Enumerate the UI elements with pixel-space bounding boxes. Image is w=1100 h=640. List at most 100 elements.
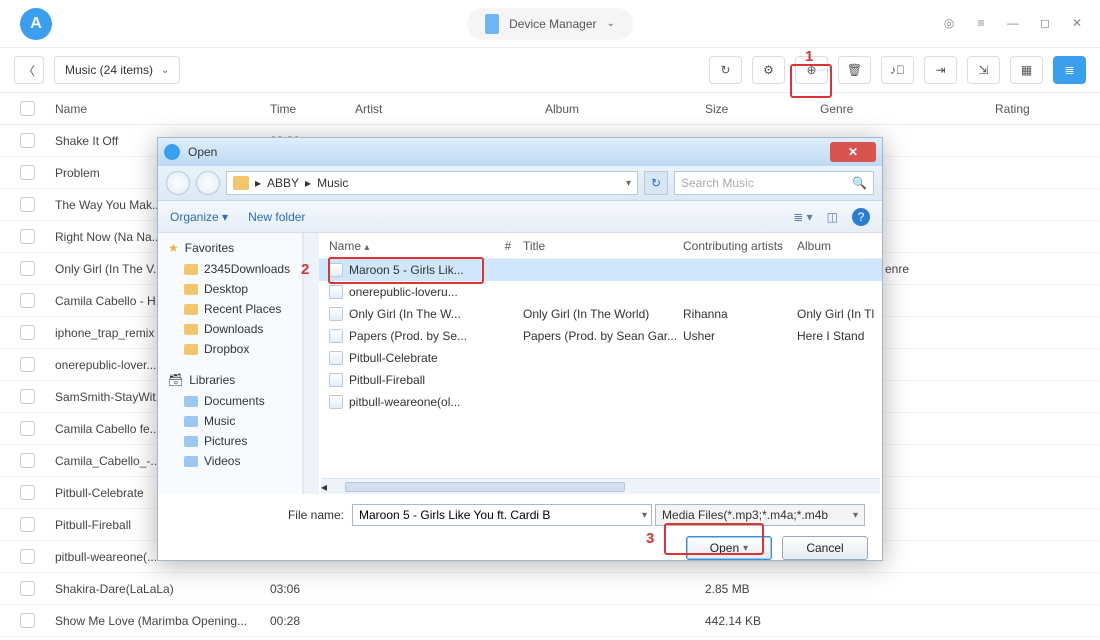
row-checkbox[interactable]	[20, 229, 35, 244]
back-button[interactable]: 〈	[14, 56, 44, 84]
dialog-titlebar[interactable]: Open ✕	[158, 138, 882, 166]
file-row[interactable]: Papers (Prod. by Se... Papers (Prod. by …	[319, 325, 882, 347]
row-name: Shakira-Dare(LaLaLa)	[55, 582, 270, 596]
row-checkbox[interactable]	[20, 549, 35, 564]
cancel-button[interactable]: Cancel	[782, 536, 868, 560]
row-checkbox[interactable]	[20, 613, 35, 628]
nav-back-button[interactable]	[166, 171, 190, 195]
folder-icon	[184, 264, 198, 275]
new-folder-button[interactable]: New folder	[248, 210, 305, 224]
sidebar-item[interactable]: Videos	[158, 451, 302, 471]
chevron-down-icon: ⌄	[606, 18, 614, 29]
col-name[interactable]: Name	[55, 102, 270, 116]
file-row[interactable]: onerepublic-loveru...	[319, 281, 882, 303]
row-checkbox[interactable]	[20, 581, 35, 596]
col-artist[interactable]: Artist	[355, 102, 545, 116]
view-mode-button[interactable]: ≣ ▾	[793, 210, 812, 224]
table-row[interactable]: Shakira-Dare(LaLaLa) 03:06 2.85 MB	[0, 573, 1100, 605]
row-checkbox[interactable]	[20, 165, 35, 180]
chevron-down-icon: ⌄	[161, 65, 169, 76]
organize-menu[interactable]: Organize ▾	[170, 210, 228, 224]
sidebar-libraries[interactable]: 🗃Libraries	[158, 369, 302, 391]
settings-button[interactable]: ⚙	[752, 56, 785, 84]
search-input[interactable]: Search Music 🔍	[674, 171, 874, 195]
grid-view-button[interactable]: ▦	[1010, 56, 1043, 84]
device-manager-dropdown[interactable]: Device Manager ⌄	[467, 8, 633, 40]
file-list-hscrollbar[interactable]: ◂	[321, 478, 880, 494]
file-row[interactable]: pitbull-weareone(ol...	[319, 391, 882, 413]
sidebar-item[interactable]: Dropbox	[158, 339, 302, 359]
crumb-2[interactable]: Music	[317, 176, 348, 190]
row-checkbox[interactable]	[20, 389, 35, 404]
library-icon	[184, 396, 198, 407]
row-checkbox[interactable]	[20, 421, 35, 436]
row-checkbox[interactable]	[20, 517, 35, 532]
audio-file-icon	[329, 373, 343, 387]
folder-icon	[184, 324, 198, 335]
filename-input[interactable]	[352, 504, 652, 526]
highlight-open-button	[664, 523, 764, 555]
folder-icon	[184, 304, 198, 315]
row-time: 00:28	[270, 614, 355, 628]
list-view-button[interactable]: ≣	[1053, 56, 1086, 84]
row-checkbox[interactable]	[20, 197, 35, 212]
help-icon[interactable]: ?	[852, 208, 870, 226]
target-icon[interactable]: ◎	[940, 14, 958, 32]
maximize-icon[interactable]: ◻	[1036, 14, 1054, 32]
nav-forward-button[interactable]	[196, 171, 220, 195]
sidebar-item[interactable]: Desktop	[158, 279, 302, 299]
row-time: 03:06	[270, 582, 355, 596]
row-checkbox[interactable]	[20, 453, 35, 468]
folder-icon	[233, 176, 249, 190]
chevron-down-icon[interactable]: ▾	[626, 178, 631, 189]
sidebar-item[interactable]: Music	[158, 411, 302, 431]
row-checkbox[interactable]	[20, 357, 35, 372]
highlight-add-button	[790, 64, 832, 98]
menu-icon[interactable]: ≡	[972, 14, 990, 32]
sidebar-favorites[interactable]: ★Favorites	[158, 237, 302, 259]
row-checkbox[interactable]	[20, 293, 35, 308]
to-pc-button[interactable]: ⇲	[967, 56, 1000, 84]
search-placeholder: Search Music	[681, 176, 754, 190]
crumb-1[interactable]: ABBY	[267, 176, 299, 190]
row-checkbox[interactable]	[20, 325, 35, 340]
table-row[interactable]: Show Me Love (Marimba Opening... 00:28 4…	[0, 605, 1100, 637]
filename-dropdown-icon[interactable]: ▾	[642, 510, 647, 521]
row-name: Show Me Love (Marimba Opening...	[55, 614, 270, 628]
music-note-button[interactable]: ♪⃝	[881, 56, 914, 84]
folder-icon	[184, 284, 198, 295]
sidebar-item[interactable]: Pictures	[158, 431, 302, 451]
refresh-button[interactable]: ↻	[709, 56, 742, 84]
nav-refresh-button[interactable]: ↻	[644, 171, 668, 195]
file-row[interactable]: Pitbull-Fireball	[319, 369, 882, 391]
audio-file-icon	[329, 351, 343, 365]
sidebar-item[interactable]: 2345Downloads	[158, 259, 302, 279]
breadcrumb[interactable]: ▸ ABBY ▸ Music ▾	[226, 171, 638, 195]
sidebar-item[interactable]: Documents	[158, 391, 302, 411]
col-rating[interactable]: Rating	[995, 102, 1100, 116]
sidebar-item[interactable]: Downloads	[158, 319, 302, 339]
col-genre[interactable]: Genre	[820, 102, 995, 116]
col-time[interactable]: Time	[270, 102, 355, 116]
export-button[interactable]: ⇥	[924, 56, 957, 84]
delete-button[interactable]: 🗑	[838, 56, 871, 84]
file-list-header: Name ▴ # Title Contributing artists Albu…	[319, 233, 882, 259]
row-size: 2.85 MB	[705, 582, 820, 596]
row-checkbox[interactable]	[20, 133, 35, 148]
col-album[interactable]: Album	[545, 102, 705, 116]
row-checkbox[interactable]	[20, 485, 35, 500]
checkbox-all[interactable]	[20, 101, 35, 116]
music-dropdown[interactable]: Music (24 items) ⌄	[54, 56, 180, 84]
file-row[interactable]: Pitbull-Celebrate	[319, 347, 882, 369]
minimize-icon[interactable]: ―	[1004, 14, 1022, 32]
table-header: Name Time Artist Album Size Genre Rating	[0, 93, 1100, 125]
row-checkbox[interactable]	[20, 261, 35, 276]
close-icon[interactable]: ✕	[1068, 14, 1086, 32]
audio-file-icon	[329, 285, 343, 299]
col-size[interactable]: Size	[705, 102, 820, 116]
folder-icon	[184, 344, 198, 355]
file-row[interactable]: Only Girl (In The W... Only Girl (In The…	[319, 303, 882, 325]
preview-pane-button[interactable]: ◫	[827, 210, 838, 224]
sidebar-item[interactable]: Recent Places	[158, 299, 302, 319]
dialog-close-button[interactable]: ✕	[830, 142, 876, 162]
